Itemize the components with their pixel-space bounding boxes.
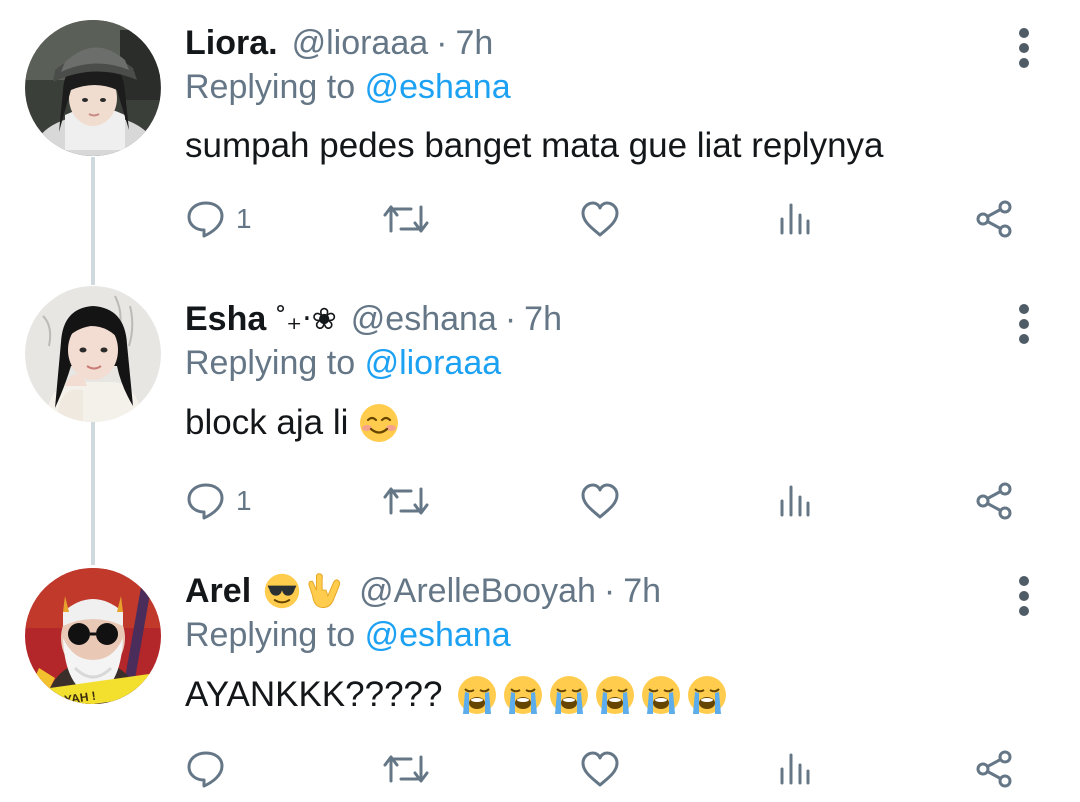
user-handle[interactable]: @eshana [351, 300, 497, 339]
user-handle[interactable]: @lioraaa [292, 24, 429, 63]
loudly-crying-face-emoji [642, 676, 681, 714]
analytics-icon [780, 753, 810, 785]
analytics-button[interactable] [778, 194, 812, 244]
mention-link[interactable]: @lioraaa [365, 344, 502, 382]
loudly-crying-face-emoji [596, 676, 635, 714]
loudly-crying-face-emoji [550, 676, 589, 714]
reply-icon [187, 751, 224, 788]
sunglasses-emoji [264, 573, 300, 609]
analytics-icon [780, 203, 810, 235]
replying-prefix: Replying to [185, 68, 356, 106]
display-name-decoration: ˚₊‧❀ [276, 302, 337, 336]
crying-emoji-group [452, 674, 728, 716]
timestamp[interactable]: 7h [524, 300, 562, 339]
avatar[interactable] [25, 286, 161, 422]
smiling-face-emoji [360, 404, 399, 442]
replying-to: Replying to @eshana [185, 68, 511, 107]
replying-to: Replying to @eshana [185, 616, 511, 655]
action-bar [0, 744, 1080, 794]
mention-link[interactable]: @eshana [365, 616, 511, 654]
tweet-text: block aja li [185, 402, 400, 444]
separator: · [603, 571, 616, 610]
analytics-button[interactable] [778, 744, 812, 794]
analytics-button[interactable] [778, 476, 812, 526]
more-options-icon[interactable] [1012, 304, 1036, 344]
reply-button[interactable]: 1 [186, 476, 252, 526]
display-name[interactable]: Arel [185, 572, 251, 611]
share-button[interactable] [975, 476, 1015, 526]
tweet-text-content: block aja li [185, 403, 349, 442]
tweet[interactable]: OOYAH ! Arel @ArelleBooyah · 7h Replying… [0, 568, 1080, 802]
reply-icon [187, 201, 224, 238]
tweet[interactable]: Liora. @lioraaa · 7h Replying to @eshana… [0, 20, 1080, 270]
share-button[interactable] [975, 744, 1015, 794]
tweet-text: AYANKKK????? [185, 674, 728, 716]
tweet-text-content: AYANKKK????? [185, 675, 443, 714]
timestamp[interactable]: 7h [456, 24, 494, 63]
retweet-button[interactable] [383, 476, 429, 526]
retweet-icon [383, 755, 429, 783]
replying-to: Replying to @lioraaa [185, 344, 501, 383]
retweet-icon [383, 487, 429, 515]
timestamp[interactable]: 7h [623, 572, 661, 611]
like-button[interactable] [580, 476, 620, 526]
retweet-icon [383, 205, 429, 233]
reply-button[interactable] [186, 744, 236, 794]
user-handle[interactable]: @ArelleBooyah [359, 572, 596, 611]
avatar[interactable]: OOYAH ! [25, 568, 161, 704]
reply-icon [187, 483, 224, 520]
heart-icon [581, 751, 619, 787]
display-name[interactable]: Liora. [185, 24, 278, 63]
retweet-button[interactable] [383, 194, 429, 244]
reply-count: 1 [236, 203, 252, 234]
analytics-icon [780, 485, 810, 517]
share-button[interactable] [975, 194, 1015, 244]
action-bar: 1 [0, 476, 1080, 526]
share-icon [976, 750, 1012, 788]
reply-button[interactable]: 1 [186, 194, 252, 244]
display-name[interactable]: Esha [185, 300, 266, 339]
mention-link[interactable]: @eshana [365, 68, 511, 106]
loudly-crying-face-emoji [504, 676, 543, 714]
like-button[interactable] [580, 744, 620, 794]
more-options-icon[interactable] [1012, 576, 1036, 616]
tweet[interactable]: Esha ˚₊‧❀ @eshana · 7h Replying to @lior… [0, 286, 1080, 546]
replying-prefix: Replying to [185, 616, 356, 654]
love-you-gesture-emoji [308, 573, 341, 608]
reply-count: 1 [236, 485, 252, 516]
loudly-crying-face-emoji [688, 676, 727, 714]
share-icon [976, 482, 1012, 520]
share-icon [976, 200, 1012, 238]
loudly-crying-face-emoji [458, 676, 497, 714]
heart-icon [581, 201, 619, 237]
heart-icon [581, 483, 619, 519]
separator: · [436, 23, 448, 62]
retweet-button[interactable] [383, 744, 429, 794]
more-options-icon[interactable] [1012, 28, 1036, 68]
separator: · [504, 299, 517, 338]
replying-prefix: Replying to [185, 344, 356, 382]
tweet-text-content: sumpah pedes banget mata gue liat replyn… [185, 126, 884, 165]
action-bar: 1 [0, 194, 1080, 244]
like-button[interactable] [580, 194, 620, 244]
avatar[interactable] [25, 20, 161, 156]
tweet-text: sumpah pedes banget mata gue liat replyn… [185, 126, 884, 166]
